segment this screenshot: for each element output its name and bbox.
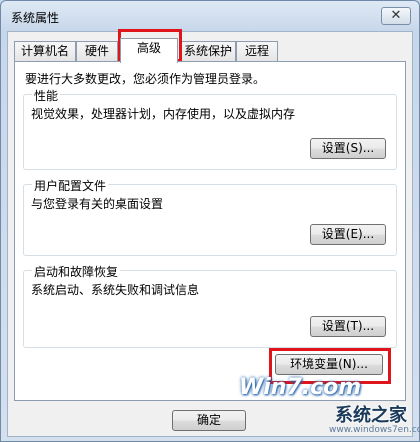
title-bar[interactable]: 系统属性 ✕ xyxy=(1,1,419,31)
user-profiles-group: 用户配置文件 与您登录有关的桌面设置 设置(E)... xyxy=(23,177,397,256)
system-properties-window: 系统属性 ✕ 计算机名 硬件 高级 系统保护 远程 要进行大多数更改，您必须作为… xyxy=(0,0,420,442)
tab-computer-name[interactable]: 计算机名 xyxy=(14,41,76,62)
watermark-url: www.windows7en.com xyxy=(329,425,420,435)
tab-system-protection[interactable]: 系统保护 xyxy=(180,41,236,62)
watermark-logo: Win7.com 系统之家 www.windows7en.com xyxy=(237,373,420,439)
startup-recovery-title: 启动和故障恢复 xyxy=(32,263,121,280)
performance-desc: 视觉效果，处理器计划，内存使用，以及虚拟内存 xyxy=(31,107,296,121)
watermark-site-name: 系统之家 xyxy=(335,405,407,426)
performance-group: 性能 视觉效果，处理器计划，内存使用，以及虚拟内存 设置(S)... xyxy=(23,87,397,170)
performance-settings-button[interactable]: 设置(S)... xyxy=(310,138,386,159)
close-button[interactable]: ✕ xyxy=(381,7,411,25)
admin-notice: 要进行大多数更改，您必须作为管理员登录。 xyxy=(25,72,266,86)
advanced-tab-page: 要进行大多数更改，您必须作为管理员登录。 性能 视觉效果，处理器计划，内存使用，… xyxy=(14,61,406,401)
startup-recovery-settings-button[interactable]: 设置(T)... xyxy=(310,316,386,337)
tab-hardware[interactable]: 硬件 xyxy=(76,41,118,62)
user-profiles-settings-button[interactable]: 设置(E)... xyxy=(310,224,386,245)
user-profiles-title: 用户配置文件 xyxy=(32,177,109,194)
performance-title: 性能 xyxy=(32,87,61,104)
window-title: 系统属性 xyxy=(11,11,60,25)
startup-recovery-desc: 系统启动、系统失败和调试信息 xyxy=(31,283,200,297)
user-profiles-desc: 与您登录有关的桌面设置 xyxy=(31,197,164,211)
startup-recovery-group: 启动和故障恢复 系统启动、系统失败和调试信息 设置(T)... xyxy=(23,263,397,348)
tab-remote[interactable]: 远程 xyxy=(236,41,278,62)
ok-button[interactable]: 确定 xyxy=(172,410,246,431)
tab-advanced[interactable]: 高级 xyxy=(120,38,178,63)
watermark-win7-text: Win7.com xyxy=(239,375,362,400)
close-icon: ✕ xyxy=(390,8,402,23)
